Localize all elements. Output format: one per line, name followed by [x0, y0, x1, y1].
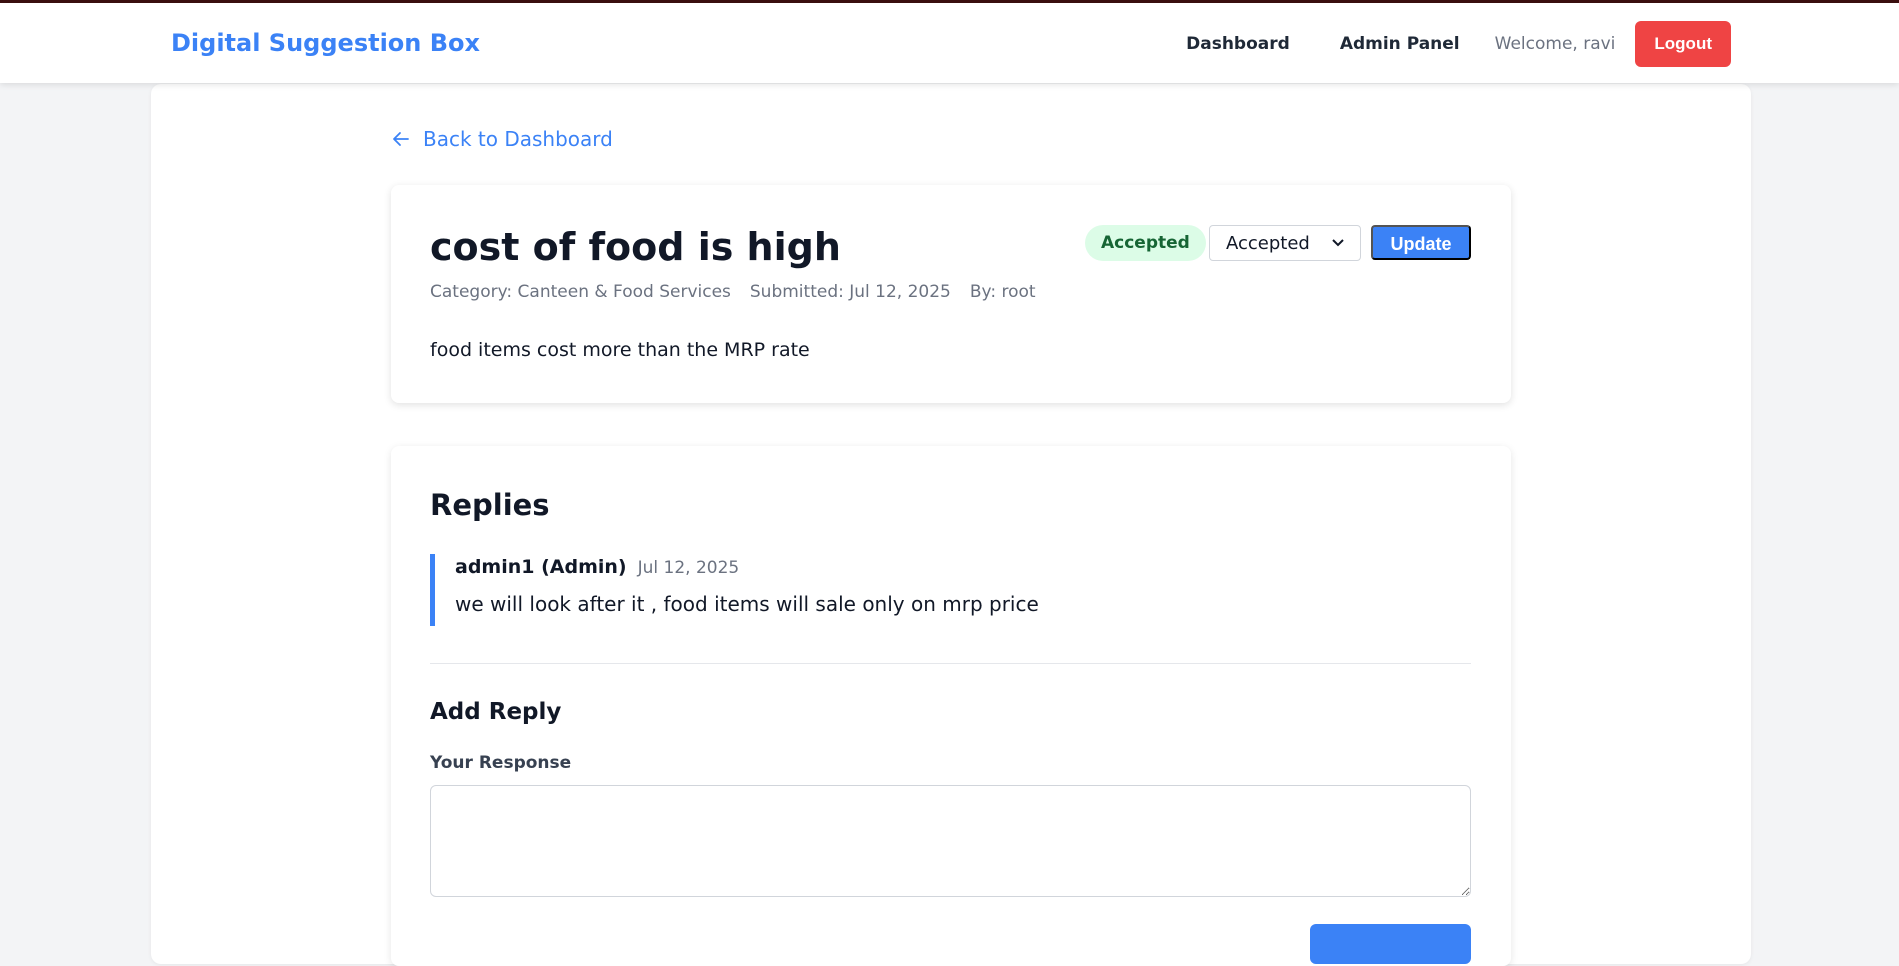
reply-header: admin1 (Admin) Jul 12, 2025 — [455, 556, 1470, 578]
divider — [430, 663, 1471, 664]
reply-author: admin1 (Admin) — [455, 556, 627, 578]
response-label: Your Response — [430, 753, 572, 773]
add-reply-heading: Add Reply — [430, 699, 562, 725]
back-link-label: Back to Dashboard — [423, 127, 613, 151]
reply-item: admin1 (Admin) Jul 12, 2025 we will look… — [430, 554, 1470, 626]
suggestion-card: cost of food is high Category: Canteen &… — [391, 185, 1511, 403]
arrow-left-icon — [393, 132, 409, 146]
suggestion-category: Category: Canteen & Food Services — [430, 282, 731, 302]
reply-date: Jul 12, 2025 — [637, 558, 740, 578]
status-select-value: Accepted — [1226, 232, 1310, 254]
logout-button[interactable]: Logout — [1635, 21, 1731, 67]
nav-dashboard-link[interactable]: Dashboard — [1186, 34, 1290, 54]
back-to-dashboard-link[interactable]: Back to Dashboard — [391, 127, 613, 151]
nav-right: Dashboard Admin Panel Welcome, ravi Logo… — [1186, 21, 1731, 67]
submit-reply-button[interactable] — [1310, 924, 1471, 964]
status-badge: Accepted — [1085, 225, 1206, 261]
replies-heading: Replies — [430, 488, 550, 522]
suggestion-title: cost of food is high — [430, 225, 841, 269]
suggestion-description: food items cost more than the MRP rate — [430, 339, 810, 361]
suggestion-meta: Category: Canteen & Food Services Submit… — [430, 282, 1055, 302]
welcome-text: Welcome, ravi — [1494, 34, 1616, 54]
navbar: Digital Suggestion Box Dashboard Admin P… — [0, 3, 1899, 83]
nav-admin-panel-link[interactable]: Admin Panel — [1340, 34, 1460, 54]
suggestion-author: By: root — [969, 282, 1036, 302]
chevron-down-icon — [1332, 239, 1344, 247]
reply-text: we will look after it , food items will … — [455, 592, 1039, 616]
suggestion-submitted-date: Submitted: Jul 12, 2025 — [749, 282, 951, 302]
replies-card: Replies admin1 (Admin) Jul 12, 2025 we w… — [391, 446, 1511, 966]
brand-logo[interactable]: Digital Suggestion Box — [171, 29, 480, 57]
response-textarea[interactable] — [430, 785, 1471, 897]
update-status-button[interactable]: Update — [1371, 225, 1471, 260]
status-select[interactable]: Accepted — [1209, 225, 1361, 261]
